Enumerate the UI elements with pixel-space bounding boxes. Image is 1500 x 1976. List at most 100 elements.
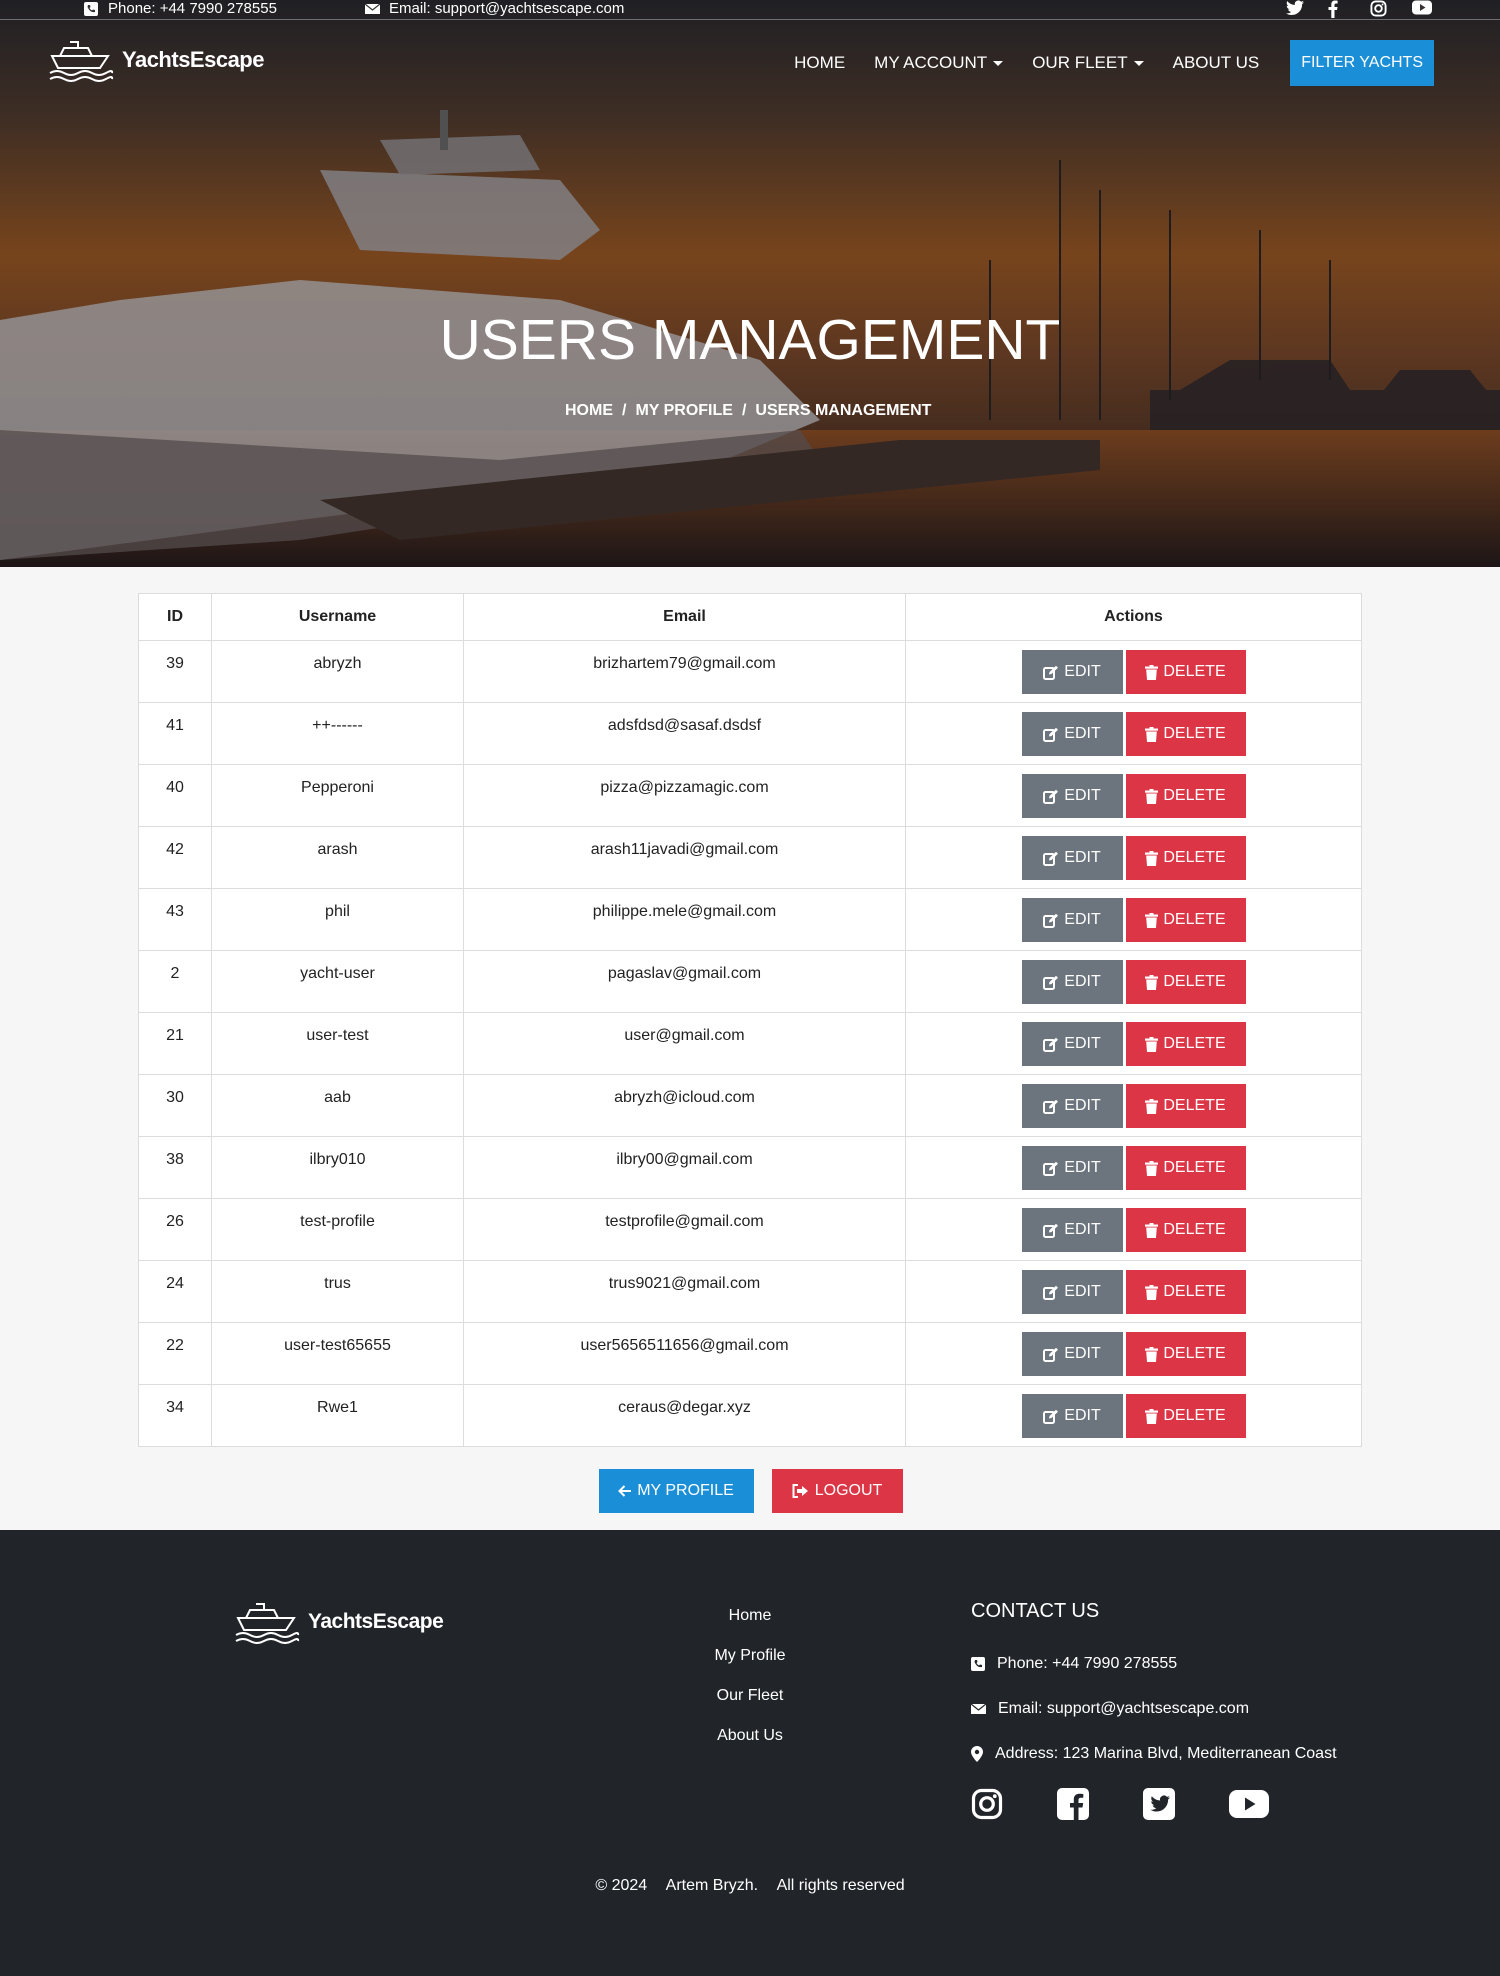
footer-email[interactable]: Email: support@yachtsescape.com <box>971 1686 1337 1731</box>
trash-icon <box>1145 1408 1159 1424</box>
edit-icon <box>1043 1347 1059 1362</box>
copyright-rights: All rights reserved <box>776 1877 905 1894</box>
instagram-icon[interactable] <box>971 1788 1003 1825</box>
footer-phone[interactable]: Phone: +44 7990 278555 <box>971 1641 1337 1686</box>
edit-user-button[interactable]: EDIT <box>1021 712 1123 756</box>
cell-id: 34 <box>138 1384 212 1447</box>
arrow-left-icon <box>618 1485 632 1497</box>
topbar-email[interactable]: Email: support@yachtsescape.com <box>364 0 624 17</box>
edit-user-button[interactable]: EDIT <box>1021 1394 1123 1438</box>
table-row: 40 Pepperoni pizza@pizzamagic.com EDIT DELET… <box>138 764 1362 827</box>
edit-icon <box>1043 1037 1059 1052</box>
footer-link-home[interactable]: Home <box>650 1606 850 1646</box>
delete-user-button[interactable]: DELETE <box>1125 1332 1246 1376</box>
my-profile-button[interactable]: MY PROFILE <box>598 1469 754 1513</box>
edit-user-button[interactable]: EDIT <box>1021 1022 1123 1066</box>
edit-label: EDIT <box>1064 1407 1101 1424</box>
cell-email: pagaslav@gmail.com <box>463 950 906 1013</box>
delete-user-button[interactable]: DELETE <box>1125 1022 1246 1066</box>
trash-icon <box>1145 974 1159 990</box>
filter-yachts-label: FILTER YACHTS <box>1301 54 1423 71</box>
logout-label: LOGOUT <box>814 1482 883 1499</box>
nav-about-us[interactable]: ABOUT US <box>1173 53 1260 73</box>
edit-user-button[interactable]: EDIT <box>1021 836 1123 880</box>
contact-heading: CONTACT US <box>971 1600 1100 1622</box>
nav-our-fleet-dropdown[interactable]: OUR FLEET <box>1032 53 1144 73</box>
copyright: © 2024 Artem Bryzh. All rights reserved <box>0 1877 1500 1895</box>
breadcrumb: HOME / MY PROFILE / USERS MANAGEMENT <box>565 402 931 420</box>
edit-user-button[interactable]: EDIT <box>1021 898 1123 942</box>
breadcrumb-home[interactable]: HOME <box>565 402 613 420</box>
topbar-phone[interactable]: Phone: +44 7990 278555 <box>84 0 277 17</box>
footer-email-text: Email: support@yachtsescape.com <box>998 1699 1250 1717</box>
twitter-icon[interactable] <box>1286 0 1304 18</box>
edit-user-button[interactable]: EDIT <box>1021 1084 1123 1128</box>
cell-actions: EDIT DELETE <box>905 950 1362 1013</box>
edit-label: EDIT <box>1064 1159 1101 1176</box>
delete-user-button[interactable]: DELETE <box>1125 1208 1246 1252</box>
cell-email: abryzh@icloud.com <box>463 1074 906 1137</box>
breadcrumb-separator: / <box>622 402 627 419</box>
table-row: 2 yacht-user pagaslav@gmail.com EDIT DELETE <box>138 950 1362 1013</box>
cell-username: user-test65655 <box>211 1322 464 1385</box>
envelope-icon <box>971 1703 986 1714</box>
delete-user-button[interactable]: DELETE <box>1125 898 1246 942</box>
facebook-icon[interactable] <box>1328 0 1346 18</box>
facebook-square-icon[interactable] <box>1057 1788 1089 1825</box>
edit-user-button[interactable]: EDIT <box>1021 1270 1123 1314</box>
footer-link-about-us[interactable]: About Us <box>650 1726 850 1766</box>
column-header-email: Email <box>463 593 906 641</box>
cell-actions: EDIT DELETE <box>905 826 1362 889</box>
instagram-icon[interactable] <box>1370 0 1388 18</box>
edit-user-button[interactable]: EDIT <box>1021 960 1123 1004</box>
edit-user-button[interactable]: EDIT <box>1021 774 1123 818</box>
brand-logo[interactable]: YachtsEscape <box>48 38 264 82</box>
breadcrumb-my-profile[interactable]: MY PROFILE <box>635 402 733 420</box>
my-profile-label: MY PROFILE <box>637 1482 734 1499</box>
delete-user-button[interactable]: DELETE <box>1125 836 1246 880</box>
delete-user-button[interactable]: DELETE <box>1125 650 1246 694</box>
delete-user-button[interactable]: DELETE <box>1125 774 1246 818</box>
column-header-actions: Actions <box>905 593 1362 641</box>
users-table: ID Username Email Actions 39 abryzh brizha… <box>138 593 1362 1447</box>
cell-id: 22 <box>138 1322 212 1385</box>
cell-actions: EDIT DELETE <box>905 640 1362 703</box>
delete-user-button[interactable]: DELETE <box>1125 1270 1246 1314</box>
cell-username: ++------ <box>211 702 464 765</box>
delete-user-button[interactable]: DELETE <box>1125 1084 1246 1128</box>
nav-my-account-dropdown[interactable]: MY ACCOUNT <box>874 53 1004 73</box>
column-header-id: ID <box>138 593 212 641</box>
logout-button[interactable]: LOGOUT <box>771 1469 903 1513</box>
youtube-icon[interactable] <box>1412 0 1432 18</box>
main-navbar: YachtsEscape HOME MY ACCOUNT OUR FLEET A… <box>0 38 1500 88</box>
brand-name: YachtsEscape <box>122 47 264 72</box>
cell-id: 2 <box>138 950 212 1013</box>
cell-id: 39 <box>138 640 212 703</box>
copyright-year: © 2024 <box>595 1877 648 1894</box>
twitter-square-icon[interactable] <box>1143 1788 1175 1825</box>
edit-icon <box>1043 913 1059 928</box>
cell-email: testprofile@gmail.com <box>463 1198 906 1261</box>
footer-link-my-profile[interactable]: My Profile <box>650 1646 850 1686</box>
youtube-icon[interactable] <box>1229 1789 1269 1824</box>
cell-actions: EDIT DELETE <box>905 702 1362 765</box>
delete-user-button[interactable]: DELETE <box>1125 712 1246 756</box>
cell-actions: EDIT DELETE <box>905 1322 1362 1385</box>
delete-user-button[interactable]: DELETE <box>1125 960 1246 1004</box>
footer-address-text: Address: 123 Marina Blvd, Mediterranean … <box>995 1744 1337 1762</box>
edit-user-button[interactable]: EDIT <box>1021 650 1123 694</box>
footer-link-our-fleet[interactable]: Our Fleet <box>650 1686 850 1726</box>
edit-label: EDIT <box>1064 1345 1101 1362</box>
topbar-phone-text: Phone: +44 7990 278555 <box>108 0 277 17</box>
cell-username: trus <box>211 1260 464 1323</box>
edit-user-button[interactable]: EDIT <box>1021 1208 1123 1252</box>
filter-yachts-button[interactable]: FILTER YACHTS <box>1290 40 1434 86</box>
nav-home[interactable]: HOME <box>794 53 845 73</box>
delete-user-button[interactable]: DELETE <box>1125 1394 1246 1438</box>
cell-email: ilbry00@gmail.com <box>463 1136 906 1199</box>
footer-brand-logo[interactable]: YachtsEscape <box>234 1600 444 1644</box>
cell-username: abryzh <box>211 640 464 703</box>
edit-user-button[interactable]: EDIT <box>1021 1332 1123 1376</box>
delete-user-button[interactable]: DELETE <box>1125 1146 1246 1190</box>
edit-user-button[interactable]: EDIT <box>1021 1146 1123 1190</box>
